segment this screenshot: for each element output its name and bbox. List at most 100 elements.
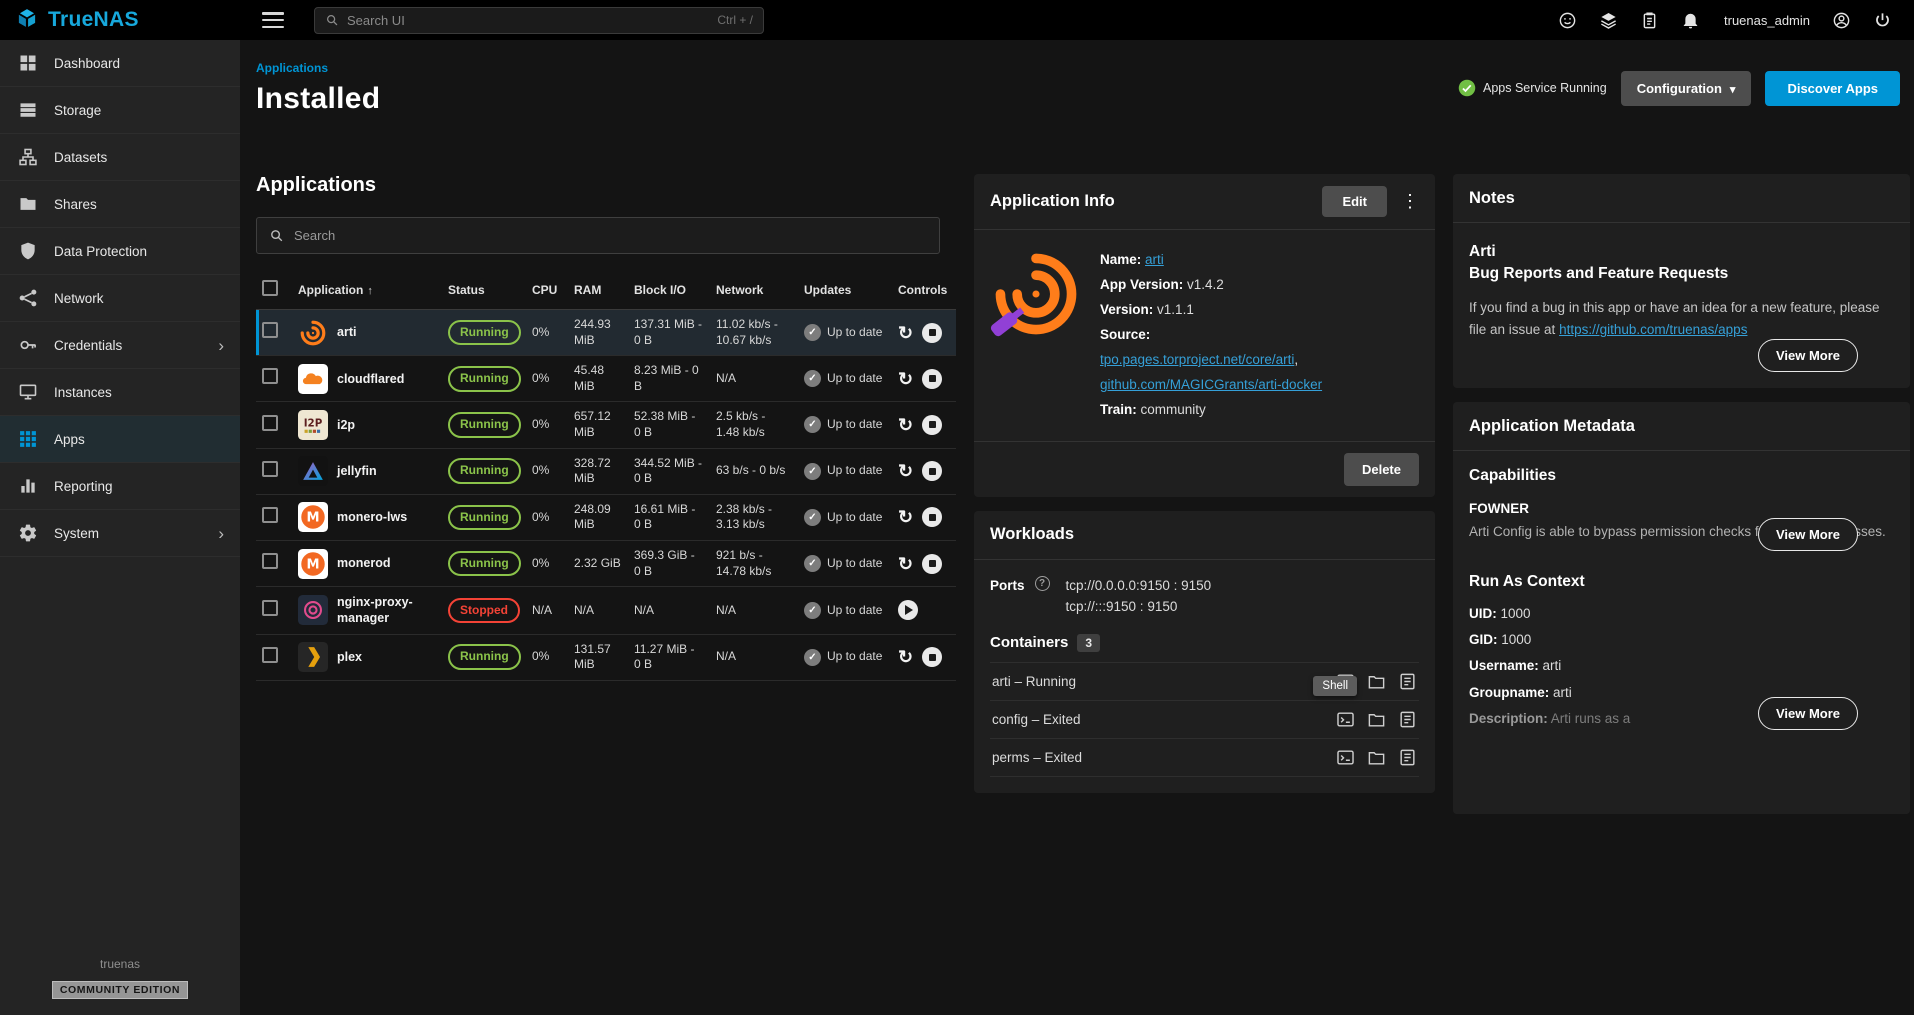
global-search-input[interactable] bbox=[347, 13, 709, 28]
svg-text:I2P: I2P bbox=[304, 417, 323, 429]
dashboard-icon bbox=[18, 53, 38, 73]
sidebar-item-network[interactable]: Network bbox=[0, 275, 240, 322]
configuration-button[interactable]: Configuration▾ bbox=[1621, 71, 1752, 106]
stop-button[interactable] bbox=[922, 507, 942, 527]
app-row-arti[interactable]: artiRunning0%244.93 MiB137.31 MiB - 0 B1… bbox=[256, 310, 956, 356]
sidebar-item-label: Dashboard bbox=[54, 56, 120, 71]
restart-button[interactable]: ↻ bbox=[898, 462, 913, 480]
sidebar-item-datasets[interactable]: Datasets bbox=[0, 134, 240, 181]
sidebar-item-credentials[interactable]: Credentials› bbox=[0, 322, 240, 369]
app-row-cloudflared[interactable]: cloudflaredRunning0%45.48 MiB8.23 MiB - … bbox=[256, 356, 956, 402]
plex-app-icon bbox=[298, 642, 328, 672]
app-name-link[interactable]: arti bbox=[1145, 252, 1164, 267]
app-row-monerod[interactable]: MmonerodRunning0%2.32 GiB369.3 GiB - 0 B… bbox=[256, 540, 956, 586]
row-checkbox[interactable] bbox=[262, 322, 278, 338]
feedback-icon[interactable] bbox=[1558, 11, 1577, 30]
view-logs-button[interactable] bbox=[1398, 710, 1417, 729]
app-row-i2p[interactable]: I2Pi2pRunning0%657.12 MiB52.38 MiB - 0 B… bbox=[256, 402, 956, 448]
table-search-input[interactable] bbox=[294, 228, 927, 243]
gear-icon bbox=[18, 523, 38, 543]
restart-button[interactable]: ↻ bbox=[898, 508, 913, 526]
applications-section-title: Applications bbox=[256, 174, 956, 197]
stop-button[interactable] bbox=[922, 415, 942, 435]
sidebar-item-reporting[interactable]: Reporting bbox=[0, 463, 240, 510]
edit-button[interactable]: Edit bbox=[1322, 186, 1387, 217]
column-header-ram[interactable]: RAM bbox=[568, 270, 628, 310]
sidebar-item-apps[interactable]: Apps bbox=[0, 416, 240, 463]
search-shortcut-hint: Ctrl + / bbox=[717, 13, 753, 27]
discover-apps-button[interactable]: Discover Apps bbox=[1765, 71, 1900, 106]
power-icon[interactable] bbox=[1873, 11, 1892, 30]
notifications-icon[interactable] bbox=[1681, 11, 1700, 30]
start-button[interactable] bbox=[898, 600, 918, 620]
delete-button[interactable]: Delete bbox=[1344, 453, 1419, 486]
restart-button[interactable]: ↻ bbox=[898, 324, 913, 342]
select-all-checkbox[interactable] bbox=[262, 280, 278, 296]
column-header-network[interactable]: Network bbox=[710, 270, 798, 310]
row-checkbox[interactable] bbox=[262, 600, 278, 616]
column-header-block-io[interactable]: Block I/O bbox=[628, 270, 710, 310]
row-checkbox[interactable] bbox=[262, 553, 278, 569]
app-row-monero-lws[interactable]: Mmonero-lwsRunning0%248.09 MiB16.61 MiB … bbox=[256, 494, 956, 540]
app-row-jellyfin[interactable]: jellyfinRunning0%328.72 MiB344.52 MiB - … bbox=[256, 448, 956, 494]
issue-link[interactable]: https://github.com/truenas/apps bbox=[1559, 322, 1747, 337]
column-header-application[interactable]: Application↑ bbox=[292, 270, 442, 310]
sidebar-item-shares[interactable]: Shares bbox=[0, 181, 240, 228]
column-header-status[interactable]: Status bbox=[442, 270, 526, 310]
capabilities-view-more-button[interactable]: View More bbox=[1758, 518, 1858, 551]
help-icon[interactable]: ? bbox=[1035, 576, 1050, 591]
column-header-cpu[interactable]: CPU bbox=[526, 270, 568, 310]
reporting-icon bbox=[18, 476, 38, 496]
row-checkbox[interactable] bbox=[262, 415, 278, 431]
breadcrumb[interactable]: Applications bbox=[256, 61, 328, 75]
menu-toggle-icon[interactable] bbox=[262, 12, 284, 28]
updates-text: Up to date bbox=[827, 603, 882, 619]
app-name: jellyfin bbox=[337, 463, 377, 479]
browse-files-button[interactable] bbox=[1367, 672, 1386, 691]
source-link[interactable]: tpo.pages.torproject.net/core/arti bbox=[1100, 352, 1294, 367]
stack-icon[interactable] bbox=[1599, 11, 1618, 30]
browse-files-button[interactable] bbox=[1367, 710, 1386, 729]
row-checkbox[interactable] bbox=[262, 507, 278, 523]
network-value: N/A bbox=[710, 587, 798, 635]
restart-button[interactable]: ↻ bbox=[898, 555, 913, 573]
stop-button[interactable] bbox=[922, 647, 942, 667]
sidebar-item-instances[interactable]: Instances bbox=[0, 369, 240, 416]
truenas-brand[interactable]: TrueNAS bbox=[0, 7, 240, 33]
app-row-nginx-proxy-manager[interactable]: nginx-proxy-managerStoppedN/AN/AN/AN/A✓U… bbox=[256, 587, 956, 635]
stop-button[interactable] bbox=[922, 323, 942, 343]
row-checkbox[interactable] bbox=[262, 368, 278, 384]
stop-button[interactable] bbox=[922, 369, 942, 389]
view-logs-button[interactable] bbox=[1398, 672, 1417, 691]
cpu-value: 0% bbox=[526, 356, 568, 402]
sidebar-item-system[interactable]: System› bbox=[0, 510, 240, 557]
row-checkbox[interactable] bbox=[262, 647, 278, 663]
clipboard-icon[interactable] bbox=[1640, 11, 1659, 30]
shell-button[interactable] bbox=[1336, 710, 1355, 729]
jellyfin-app-icon bbox=[298, 456, 328, 486]
sidebar-item-data-protection[interactable]: Data Protection bbox=[0, 228, 240, 275]
sidebar-item-storage[interactable]: Storage bbox=[0, 87, 240, 134]
shell-button[interactable] bbox=[1336, 748, 1355, 767]
column-header-updates[interactable]: Updates bbox=[798, 270, 892, 310]
sidebar-footer: truenas COMMUNITY EDITION bbox=[0, 957, 240, 999]
restart-button[interactable]: ↻ bbox=[898, 648, 913, 666]
kebab-menu-icon[interactable]: ⋮ bbox=[1401, 191, 1419, 212]
username-text: truenas_admin bbox=[1724, 13, 1810, 28]
restart-button[interactable]: ↻ bbox=[898, 416, 913, 434]
account-icon[interactable] bbox=[1832, 11, 1851, 30]
app-row-plex[interactable]: plexRunning0%131.57 MiB11.27 MiB - 0 BN/… bbox=[256, 634, 956, 680]
view-logs-button[interactable] bbox=[1398, 748, 1417, 767]
restart-button[interactable]: ↻ bbox=[898, 370, 913, 388]
global-search[interactable]: Ctrl + / bbox=[314, 7, 764, 34]
sidebar-item-dashboard[interactable]: Dashboard bbox=[0, 40, 240, 87]
row-checkbox[interactable] bbox=[262, 461, 278, 477]
stop-button[interactable] bbox=[922, 554, 942, 574]
stop-button[interactable] bbox=[922, 461, 942, 481]
column-header-controls: Controls bbox=[892, 270, 956, 310]
notes-view-more-button[interactable]: View More bbox=[1758, 339, 1858, 372]
source-link[interactable]: github.com/MAGICGrants/arti-docker bbox=[1100, 377, 1322, 392]
table-search[interactable] bbox=[256, 217, 940, 254]
browse-files-button[interactable] bbox=[1367, 748, 1386, 767]
run-as-view-more-button[interactable]: View More bbox=[1758, 697, 1858, 730]
